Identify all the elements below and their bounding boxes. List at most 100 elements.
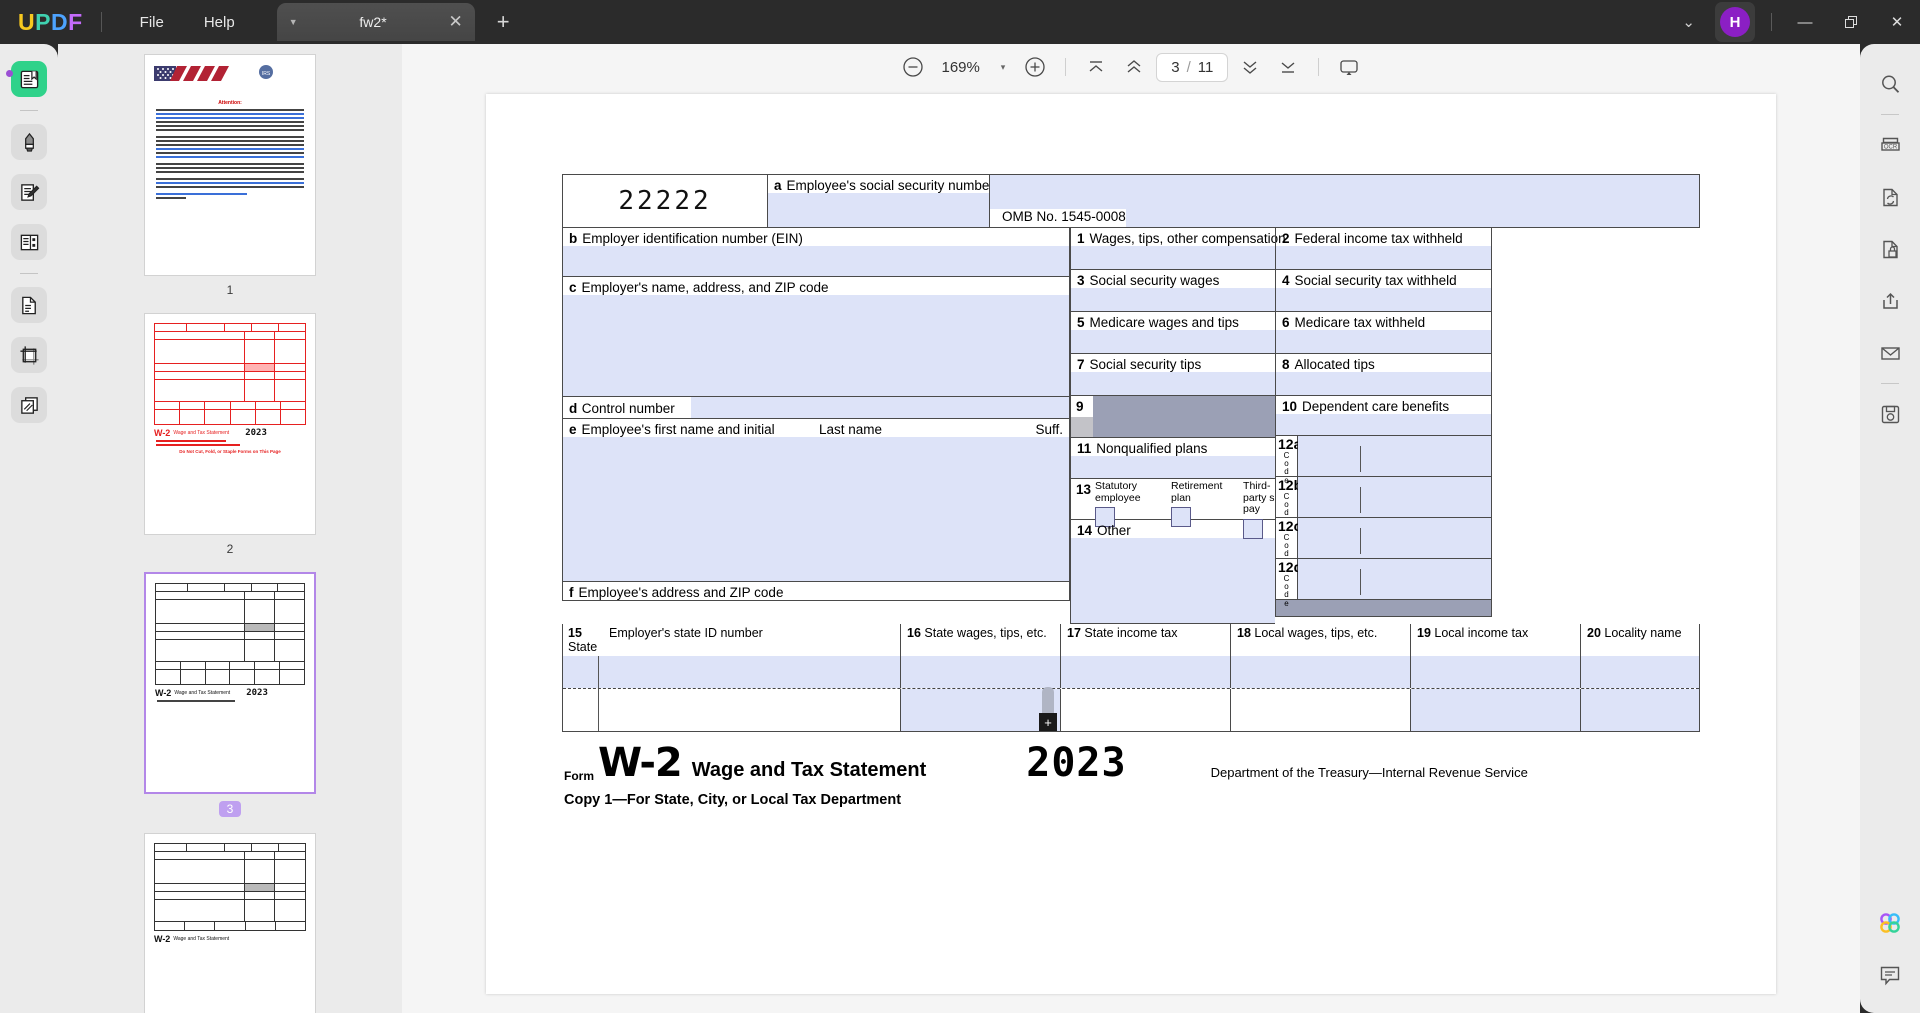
state-1-box20[interactable] [1581,656,1699,688]
prev-page-button[interactable] [1118,51,1150,83]
protect-button[interactable] [1872,231,1908,267]
email-button[interactable] [1872,335,1908,371]
box-b[interactable]: bEmployer identification number (EIN) [562,228,1070,277]
zoom-dropdown-icon[interactable]: ▾ [993,62,1014,73]
sidebar-item-convert[interactable] [11,287,47,323]
thumbnail-page-2[interactable]: W-2 Wage and Tax Statement 2023 Do Not C… [144,313,316,572]
box-7-field[interactable] [1071,372,1275,395]
thumbnail-image[interactable]: W-2 Wage and Tax Statement 2023 [144,572,316,794]
new-tab-button[interactable]: + [497,9,510,35]
state-1-box18[interactable] [1231,656,1411,688]
box-d-field[interactable] [691,397,1069,418]
zoom-level[interactable]: 169% [935,59,987,76]
box-12d-field[interactable] [1298,559,1491,599]
state-1-box17[interactable] [1061,656,1231,688]
sidebar-item-comment[interactable] [11,124,47,160]
next-page-button[interactable] [1234,51,1266,83]
box-b-field[interactable] [563,246,1069,276]
box-5[interactable]: 5Medicare wages and tips [1070,312,1275,354]
box-3[interactable]: 3Social security wages [1070,270,1275,312]
state-2-box17[interactable] [1061,689,1231,731]
window-minimize-button[interactable]: — [1782,0,1828,44]
box-14-field[interactable] [1071,538,1275,623]
state-row-1[interactable] [563,656,1699,689]
box-11-field[interactable] [1071,456,1275,478]
state-2-box20[interactable] [1581,689,1699,731]
box-1-field[interactable] [1071,246,1275,269]
state-2-box16[interactable]: + [901,689,1061,731]
first-page-button[interactable] [1080,51,1112,83]
overflow-caret-icon[interactable]: ⌄ [1668,5,1709,39]
state-2-state[interactable] [563,689,599,731]
state-1-state[interactable] [563,656,599,688]
sidebar-item-edit[interactable] [11,174,47,210]
box-12c-field[interactable] [1298,518,1491,558]
tab-caret-icon[interactable]: ▼ [289,17,298,27]
menu-file[interactable]: File [120,8,184,37]
sidebar-item-crop[interactable] [11,337,47,373]
box-12c[interactable]: 12c Code [1275,518,1492,559]
convert-button[interactable] [1872,179,1908,215]
window-maximize-button[interactable] [1828,0,1874,44]
pdf-page[interactable]: 22222 aEmployee's social security number… [486,94,1776,994]
thumbnail-page-4[interactable]: W-2 Wage and Tax Statement 4 [144,833,316,1013]
box-12b-field[interactable] [1298,477,1491,517]
box-13-thirdparty-checkbox[interactable] [1243,519,1263,539]
box-4-field[interactable] [1276,288,1491,311]
state-1-employer-id[interactable] [599,656,901,688]
ai-assistant-button[interactable] [1872,905,1908,941]
state-row-2[interactable]: + [563,689,1699,731]
share-button[interactable] [1872,283,1908,319]
thumbnail-image[interactable]: W-2 Wage and Tax Statement [144,833,316,1013]
box-8[interactable]: 8Allocated tips [1275,354,1492,396]
box-3-field[interactable] [1071,288,1275,311]
state-1-box19[interactable] [1411,656,1581,688]
box-12b[interactable]: 12b Code [1275,477,1492,518]
last-page-button[interactable] [1272,51,1304,83]
box-e-field[interactable] [563,437,1069,581]
thumbnail-page-3[interactable]: W-2 Wage and Tax Statement 2023 3 [144,572,316,833]
box-5-field[interactable] [1071,330,1275,353]
box-12a-field[interactable] [1298,436,1491,476]
box-a-ssn[interactable]: aEmployee's social security number [768,175,990,227]
box-8-field[interactable] [1276,372,1491,395]
zoom-in-button[interactable] [1019,51,1051,83]
canvas-area[interactable]: 22222 aEmployee's social security number… [402,90,1860,1013]
box-13-retirement-checkbox[interactable] [1171,507,1191,527]
box-e[interactable]: eEmployee's first name and initial Last … [562,419,1070,582]
tab-close-icon[interactable]: ✕ [448,12,462,32]
document-tab[interactable]: ▼ fw2* ✕ [277,3,475,41]
box-6[interactable]: 6Medicare tax withheld [1275,312,1492,354]
feedback-button[interactable] [1872,957,1908,993]
search-button[interactable] [1872,66,1908,102]
zoom-out-button[interactable] [897,51,929,83]
thumbnail-panel[interactable]: IRS Attention: [58,44,402,1013]
state-2-employer-id[interactable] [599,689,901,731]
box-12a[interactable]: 12a Code [1275,436,1492,477]
state-2-box19[interactable] [1411,689,1581,731]
sidebar-item-reader[interactable] [11,61,47,97]
box-c[interactable]: cEmployer's name, address, and ZIP code [562,277,1070,397]
box-7[interactable]: 7Social security tips [1070,354,1275,396]
box-12d[interactable]: 12d Code [1275,559,1492,600]
box-10[interactable]: 10Dependent care benefits [1275,396,1492,436]
state-2-box18[interactable] [1231,689,1411,731]
box-f[interactable]: fEmployee's address and ZIP code [562,582,1070,601]
box-c-field[interactable] [563,295,1069,396]
window-close-button[interactable]: ✕ [1874,0,1920,44]
box-11[interactable]: 11Nonqualified plans [1070,438,1275,479]
box-2[interactable]: 2Federal income tax withheld [1275,228,1492,270]
box-a-field[interactable] [768,193,989,227]
account-button[interactable]: H [1715,2,1755,42]
state-1-box16[interactable] [901,656,1061,688]
view-mode-button[interactable] [1333,51,1365,83]
menu-help[interactable]: Help [184,8,255,37]
ocr-button[interactable]: OCR [1872,127,1908,163]
thumbnail-image[interactable]: W-2 Wage and Tax Statement 2023 Do Not C… [144,313,316,535]
thumbnail-image[interactable]: IRS Attention: [144,54,316,276]
box-10-field[interactable] [1276,414,1491,435]
thumbnail-page-1[interactable]: IRS Attention: [144,54,316,313]
box-d[interactable]: d Control number [562,397,1070,419]
sidebar-item-organize[interactable] [11,224,47,260]
box-4[interactable]: 4Social security tax withheld [1275,270,1492,312]
